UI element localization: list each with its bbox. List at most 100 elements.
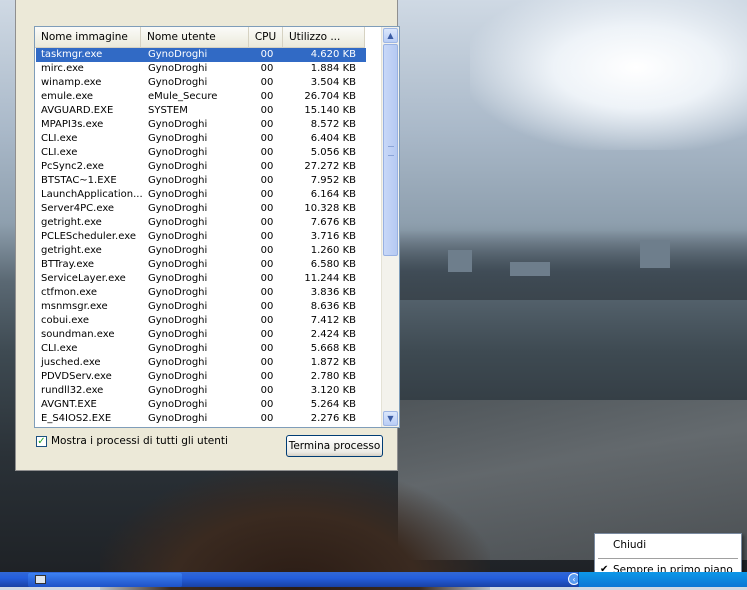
memory-cell: 5.264 KB [310,399,356,410]
process-name-cell: winamp.exe [41,77,102,88]
memory-cell: 1.872 KB [310,357,356,368]
table-row[interactable]: MPAPI3s.exe GynoDroghi 00 8.572 KB [36,118,366,132]
scroll-down-button[interactable]: ▼ [383,411,398,426]
scroll-up-button[interactable]: ▲ [383,28,398,43]
column-memory[interactable]: Utilizzo ... [283,27,365,47]
process-name-cell: CLI.exe [41,343,78,354]
process-list[interactable]: Nome immagine Nome utente CPU Utilizzo .… [34,26,400,428]
wallpaper-building [510,262,550,276]
checkmark-icon: ✓ [37,435,46,447]
table-row[interactable]: CLI.exe GynoDroghi 00 5.668 KB [36,342,366,356]
task-manager-window: Nome immagine Nome utente CPU Utilizzo .… [15,0,400,471]
user-name-cell: GynoDroghi [148,63,208,74]
cpu-cell: 00 [260,77,274,88]
memory-cell: 2.780 KB [310,371,356,382]
user-name-cell: GynoDroghi [148,203,208,214]
column-cpu[interactable]: CPU [249,27,283,47]
memory-cell: 8.572 KB [310,119,356,130]
show-all-checkbox[interactable]: ✓ [36,435,47,447]
table-row[interactable]: mirc.exe GynoDroghi 00 1.884 KB [36,62,366,76]
column-user-name[interactable]: Nome utente [141,27,249,47]
table-row[interactable]: CLI.exe GynoDroghi 00 6.404 KB [36,132,366,146]
process-name-cell: rundll32.exe [41,385,104,396]
wallpaper-building [448,250,472,272]
user-name-cell: GynoDroghi [148,77,208,88]
process-name-cell: ctfmon.exe [41,287,98,298]
table-row[interactable]: PDVDServ.exe GynoDroghi 00 2.780 KB [36,370,366,384]
user-name-cell: GynoDroghi [148,49,208,60]
user-name-cell: GynoDroghi [148,147,208,158]
scroll-thumb[interactable] [383,44,398,256]
column-image-name[interactable]: Nome immagine [35,27,141,47]
cpu-cell: 00 [260,119,274,130]
process-name-cell: mirc.exe [41,63,84,74]
process-name-cell: LaunchApplication... [41,189,142,200]
table-row[interactable]: taskmgr.exe GynoDroghi 00 4.620 KB [36,48,366,62]
table-row[interactable]: BTTray.exe GynoDroghi 00 6.580 KB [36,258,366,272]
table-row[interactable]: AVGUARD.EXE SYSTEM 00 15.140 KB [36,104,366,118]
memory-cell: 7.676 KB [310,217,356,228]
grip-icon [388,146,394,156]
table-row[interactable]: CLI.exe GynoDroghi 00 5.056 KB [36,146,366,160]
table-row[interactable]: getright.exe GynoDroghi 00 1.260 KB [36,244,366,258]
memory-cell: 3.836 KB [310,287,356,298]
table-row[interactable]: emule.exe eMule_Secure 00 26.704 KB [36,90,366,104]
end-process-button[interactable]: Termina processo [286,435,383,457]
table-row[interactable]: cobui.exe GynoDroghi 00 7.412 KB [36,314,366,328]
user-name-cell: GynoDroghi [148,189,208,200]
memory-cell: 27.272 KB [304,161,356,172]
process-name-cell: E_S4IOS2.EXE [41,413,112,424]
table-row[interactable]: PcSync2.exe GynoDroghi 00 27.272 KB [36,160,366,174]
table-row[interactable]: PCLEScheduler.exe GynoDroghi 00 3.716 KB [36,230,366,244]
cpu-cell: 00 [260,161,274,172]
cpu-cell: 00 [260,315,274,326]
memory-cell: 26.704 KB [304,91,356,102]
chevron-down-icon: ▼ [387,414,394,423]
process-rows: taskmgr.exe GynoDroghi 00 4.620 KB mirc.exe G… [36,48,366,426]
memory-cell: 11.244 KB [304,273,356,284]
cpu-cell: 00 [260,301,274,312]
table-row[interactable]: E_S4IOS2.EXE GynoDroghi 00 2.276 KB [36,412,366,426]
cpu-cell: 00 [260,175,274,186]
process-name-cell: jusched.exe [41,357,101,368]
taskbar-button[interactable] [28,573,182,587]
table-row[interactable]: winamp.exe GynoDroghi 00 3.504 KB [36,76,366,90]
user-name-cell: GynoDroghi [148,175,208,186]
cpu-cell: 00 [260,329,274,340]
menu-item-close[interactable]: Chiudi [595,535,741,555]
memory-cell: 3.716 KB [310,231,356,242]
user-name-cell: GynoDroghi [148,413,208,424]
process-name-cell: CLI.exe [41,133,78,144]
process-name-cell: cobui.exe [41,315,89,326]
table-row[interactable]: getright.exe GynoDroghi 00 7.676 KB [36,216,366,230]
table-row[interactable]: rundll32.exe GynoDroghi 00 3.120 KB [36,384,366,398]
user-name-cell: GynoDroghi [148,259,208,270]
user-name-cell: GynoDroghi [148,399,208,410]
table-row[interactable]: soundman.exe GynoDroghi 00 2.424 KB [36,328,366,342]
table-row[interactable]: msnmsgr.exe GynoDroghi 00 8.636 KB [36,300,366,314]
show-all-label: Mostra i processi di tutti gli utenti [51,435,228,447]
memory-cell: 8.636 KB [310,301,356,312]
table-row[interactable]: jusched.exe GynoDroghi 00 1.872 KB [36,356,366,370]
user-name-cell: GynoDroghi [148,217,208,228]
cpu-cell: 00 [260,203,274,214]
memory-cell: 6.580 KB [310,259,356,270]
user-name-cell: GynoDroghi [148,245,208,256]
process-name-cell: emule.exe [41,91,94,102]
process-name-cell: msnmsgr.exe [41,301,108,312]
cpu-cell: 00 [260,399,274,410]
table-row[interactable]: Server4PC.exe GynoDroghi 00 10.328 KB [36,202,366,216]
vertical-scrollbar[interactable]: ▲ ▼ [381,27,399,427]
show-all-processes-option[interactable]: ✓ Mostra i processi di tutti gli utenti [36,435,228,447]
taskbar-app-icon [35,575,46,584]
table-row[interactable]: AVGNT.EXE GynoDroghi 00 5.264 KB [36,398,366,412]
table-row[interactable]: BTSTAC~1.EXE GynoDroghi 00 7.952 KB [36,174,366,188]
cpu-cell: 00 [260,49,274,60]
cpu-cell: 00 [260,91,274,102]
table-row[interactable]: ServiceLayer.exe GynoDroghi 00 11.244 KB [36,272,366,286]
table-row[interactable]: ctfmon.exe GynoDroghi 00 3.836 KB [36,286,366,300]
memory-cell: 2.276 KB [310,413,356,424]
table-row[interactable]: LaunchApplication... GynoDroghi 00 6.164 KB [36,188,366,202]
process-name-cell: taskmgr.exe [41,49,103,60]
process-name-cell: getright.exe [41,245,102,256]
